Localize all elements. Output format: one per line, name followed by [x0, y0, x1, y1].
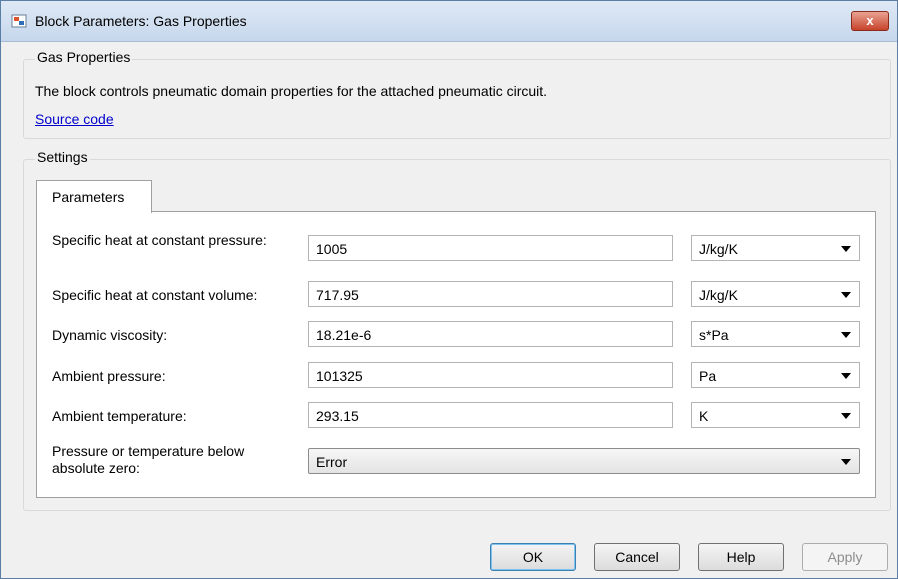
- dynamic-viscosity-field[interactable]: 18.21e-6: [308, 321, 673, 347]
- param-label: Dynamic viscosity:: [52, 327, 168, 343]
- block-description: The block controls pneumatic domain prop…: [35, 83, 548, 99]
- chevron-down-icon: [841, 332, 851, 338]
- specific-heat-volume-field[interactable]: 717.95: [308, 281, 673, 307]
- apply-button[interactable]: Apply: [802, 543, 888, 571]
- param-label: Specific heat at constant volume:: [52, 287, 258, 303]
- tab-parameters-label: Parameters: [52, 189, 125, 205]
- source-code-link[interactable]: Source code: [35, 111, 114, 127]
- ambient-pressure-unit-select[interactable]: Pa: [691, 362, 860, 388]
- close-icon: x: [866, 13, 874, 28]
- specific-heat-pressure-field[interactable]: 1005: [308, 235, 673, 261]
- chevron-down-icon: [841, 246, 851, 252]
- below-absolute-zero-select[interactable]: Error: [308, 448, 860, 474]
- cancel-button[interactable]: Cancel: [594, 543, 680, 571]
- chevron-down-icon: [841, 292, 851, 298]
- settings-group-title: Settings: [35, 149, 90, 165]
- close-button[interactable]: x: [851, 11, 889, 31]
- ambient-temperature-field[interactable]: 293.15: [308, 402, 673, 428]
- unit-value: Pa: [699, 368, 717, 384]
- specific-heat-volume-unit-select[interactable]: J/kg/K: [691, 281, 860, 307]
- description-group-title: Gas Properties: [35, 49, 133, 65]
- select-value: Error: [316, 454, 348, 470]
- param-label: Ambient pressure:: [52, 368, 166, 384]
- ambient-temperature-unit-select[interactable]: K: [691, 402, 860, 428]
- unit-value: J/kg/K: [699, 241, 738, 257]
- param-label: Ambient temperature:: [52, 408, 187, 424]
- simulink-block-icon: [11, 14, 27, 28]
- unit-value: s*Pa: [699, 327, 729, 343]
- help-button[interactable]: Help: [698, 543, 784, 571]
- ambient-pressure-field[interactable]: 101325: [308, 362, 673, 388]
- dynamic-viscosity-unit-select[interactable]: s*Pa: [691, 321, 860, 347]
- dialog-window: Block Parameters: Gas Properties x Gas P…: [0, 0, 898, 579]
- chevron-down-icon: [841, 459, 851, 465]
- window-title: Block Parameters: Gas Properties: [35, 13, 247, 29]
- chevron-down-icon: [841, 373, 851, 379]
- unit-value: K: [699, 408, 709, 424]
- title-bar[interactable]: Block Parameters: Gas Properties x: [1, 1, 897, 42]
- tab-parameters[interactable]: Parameters: [36, 180, 152, 213]
- description-group: [23, 59, 891, 139]
- specific-heat-pressure-unit-select[interactable]: J/kg/K: [691, 235, 860, 261]
- ok-button[interactable]: OK: [490, 543, 576, 571]
- param-label: Specific heat at constant pressure:: [52, 232, 267, 248]
- chevron-down-icon: [841, 413, 851, 419]
- unit-value: J/kg/K: [699, 287, 738, 303]
- param-label: Pressure or temperature below absolute z…: [52, 443, 245, 476]
